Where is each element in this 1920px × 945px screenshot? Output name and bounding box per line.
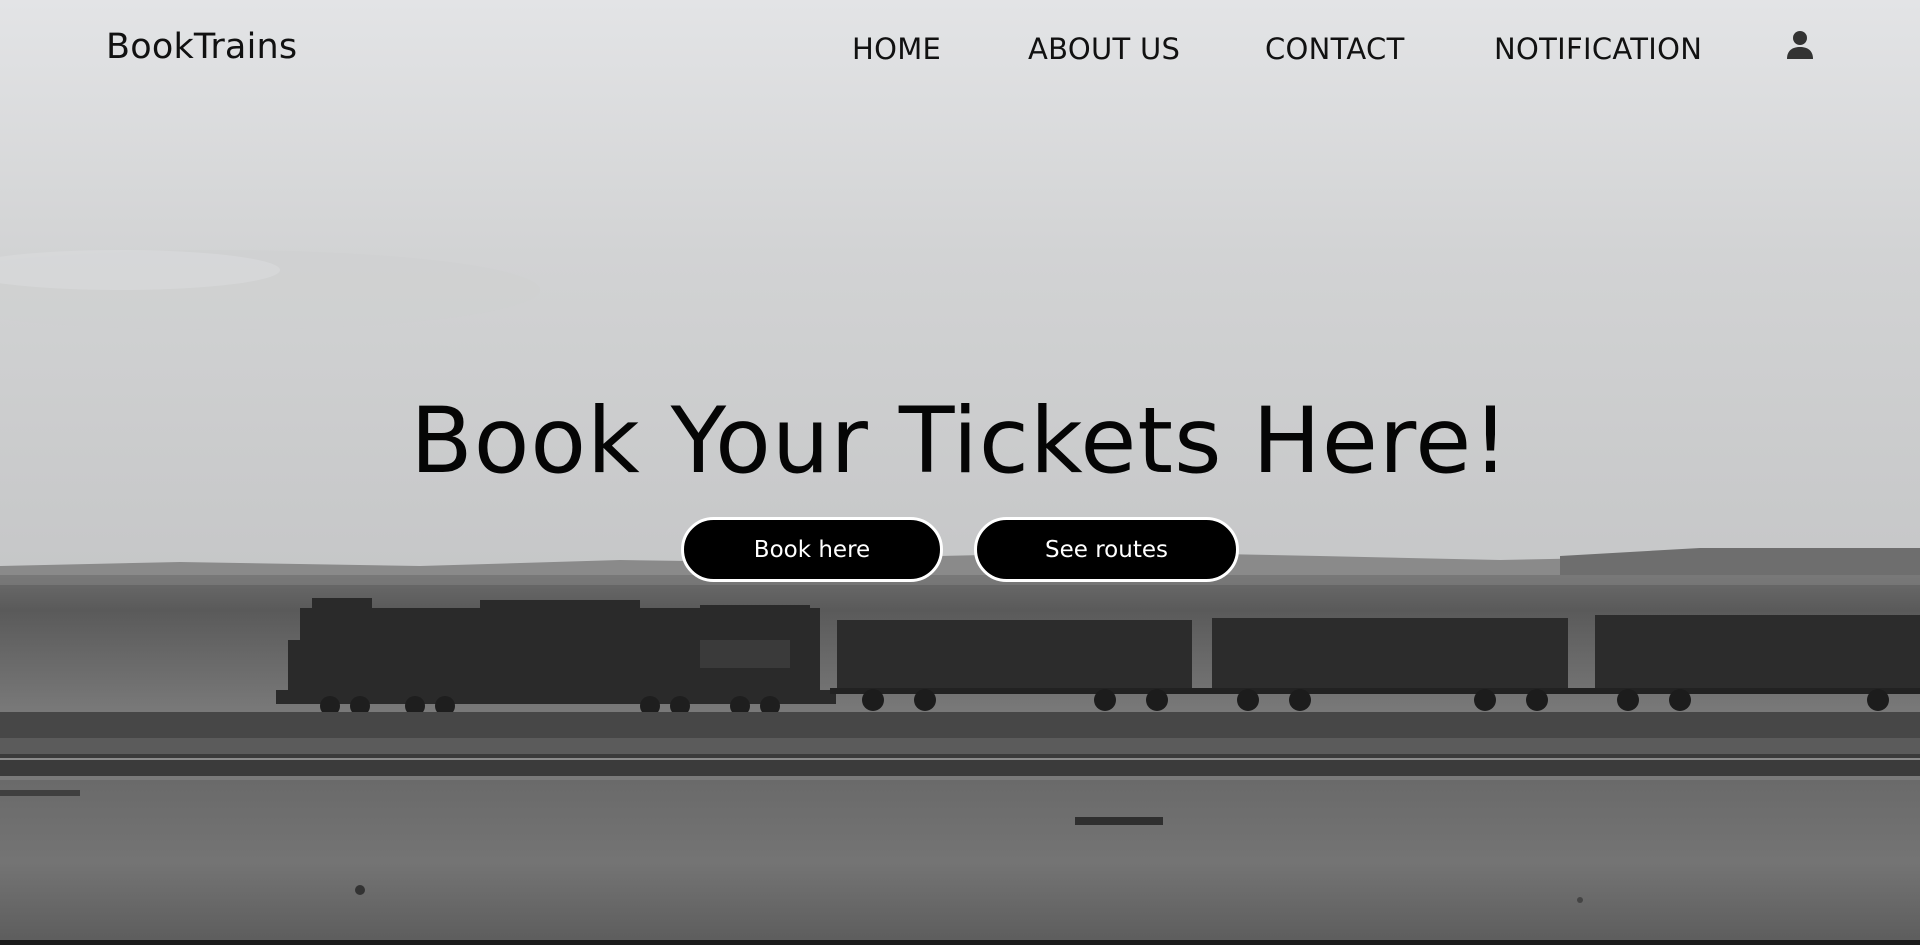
brand-logo[interactable]: BookTrains xyxy=(106,27,297,67)
hero-title: Book Your Tickets Here! xyxy=(410,388,1510,494)
navbar: BookTrains HOME ABOUT US CONTACT NOTIFIC… xyxy=(0,0,1920,100)
nav-link-notification[interactable]: NOTIFICATION xyxy=(1494,32,1702,66)
book-here-button[interactable]: Book here xyxy=(681,517,943,582)
user-icon[interactable] xyxy=(1786,30,1814,60)
page: BookTrains HOME ABOUT US CONTACT NOTIFIC… xyxy=(0,0,1920,945)
nav-link-home[interactable]: HOME xyxy=(852,32,941,66)
nav-link-contact[interactable]: CONTACT xyxy=(1265,32,1405,66)
nav-link-about-us[interactable]: ABOUT US xyxy=(1028,32,1180,66)
see-routes-button[interactable]: See routes xyxy=(974,517,1239,582)
